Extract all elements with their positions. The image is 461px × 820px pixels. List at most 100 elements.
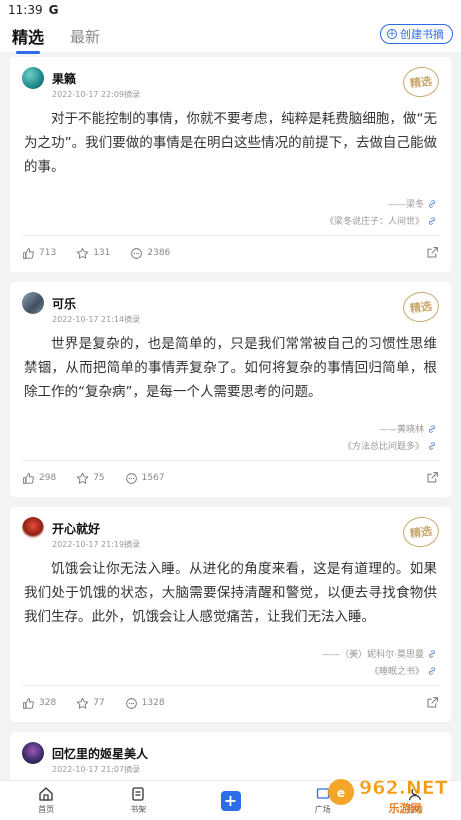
link-icon	[428, 666, 436, 675]
home-icon	[39, 787, 53, 801]
featured-badge: 精选	[401, 289, 441, 325]
post-source[interactable]: 《方法总比问题多》	[343, 439, 437, 452]
plus-icon: +	[387, 28, 397, 39]
comment-count: 1328	[141, 698, 165, 708]
like-count: 713	[39, 248, 57, 258]
post-content[interactable]: 饥饿会让你无法入睡。从进化的角度来看，这是有道理的。如果我们处于饥饿的状态，大脑…	[24, 557, 437, 629]
favorite-count: 75	[93, 473, 105, 483]
comment-icon	[125, 697, 137, 709]
create-excerpt-button[interactable]: + 创建书摘	[380, 24, 453, 44]
comment-button[interactable]: 1328	[125, 697, 165, 710]
like-count: 328	[39, 698, 57, 708]
comment-icon	[125, 472, 137, 484]
comment-button[interactable]: 2386	[130, 247, 170, 260]
post-time: 2022-10-17 21:19摘录	[52, 540, 141, 549]
like-button[interactable]: 298	[22, 472, 56, 485]
watermark-text: 962.NET	[359, 777, 448, 799]
like-button[interactable]: 713	[22, 247, 56, 260]
source-title: 《睡眠之书》	[369, 667, 424, 677]
avatar[interactable]	[22, 292, 44, 314]
share-icon[interactable]	[426, 696, 439, 709]
favorite-button[interactable]: 77	[76, 697, 105, 710]
nav-bookshelf[interactable]: 书架	[92, 781, 184, 820]
source-title: 《方法总比问题多》	[342, 442, 424, 452]
post-card[interactable]: 果籁 2022-10-17 22:09摘录 精选 对于不能控制的事情，你就不要考…	[10, 57, 451, 272]
status-time: 11:39	[8, 3, 43, 17]
post-actions: 328 77 1328	[22, 693, 439, 713]
avatar[interactable]	[22, 67, 44, 89]
watermark-subtext: 乐游网	[389, 801, 422, 815]
add-icon: +	[220, 790, 241, 811]
post-header: 果籁	[22, 67, 76, 89]
avatar[interactable]	[22, 742, 44, 764]
user-name[interactable]: 回忆里的姬星美人	[52, 745, 148, 762]
link-icon	[428, 216, 436, 225]
thumbs-up-icon	[23, 472, 34, 484]
link-icon	[428, 649, 436, 658]
post-card[interactable]: 开心就好 2022-10-17 21:19摘录 精选 饥饿会让你无法入睡。从进化…	[10, 507, 451, 722]
post-source[interactable]: 《梁冬说庄子：人间世》	[325, 214, 437, 227]
nav-add[interactable]: +	[184, 781, 276, 820]
post-time: 2022-10-17 21:07摘录	[52, 765, 141, 774]
favorite-count: 131	[93, 248, 111, 258]
comment-count: 2386	[147, 248, 171, 258]
create-excerpt-label: 创建书摘	[400, 28, 444, 41]
comment-button[interactable]: 1567	[125, 472, 165, 485]
favorite-button[interactable]: 131	[76, 247, 110, 260]
featured-badge: 精选	[401, 64, 441, 100]
thumbs-up-icon	[23, 697, 34, 709]
post-author[interactable]: ——（美）妮科尔·莫思曼	[322, 647, 437, 660]
post-card[interactable]: 可乐 2022-10-17 21:14摘录 精选 世界是复杂的，也是简单的，只是…	[10, 282, 451, 497]
tab-latest[interactable]: 最新	[70, 26, 100, 47]
post-content[interactable]: 对于不能控制的事情，你就不要考虑，纯粹是耗费脑细胞，做“无为之功”。我们要做的事…	[24, 107, 437, 179]
link-icon	[428, 424, 436, 433]
author-name: ——黄晓林	[378, 425, 424, 435]
user-name[interactable]: 可乐	[52, 295, 76, 312]
author-name: ——梁冬	[387, 200, 424, 210]
post-content[interactable]: 世界是复杂的，也是简单的，只是我们常常被自己的习惯性思维禁锢，从而把简单的事情弄…	[24, 332, 437, 404]
post-author[interactable]: ——黄晓林	[379, 422, 437, 435]
link-icon	[428, 441, 436, 450]
comment-count: 1567	[141, 473, 165, 483]
author-name: ——（美）妮科尔·莫思曼	[322, 650, 424, 660]
google-icon: G	[48, 3, 59, 17]
share-icon[interactable]	[426, 471, 439, 484]
watermark-logo: e 962.NET 乐游网	[328, 777, 448, 815]
nav-home-label: 首页	[38, 805, 55, 814]
divider	[22, 460, 439, 461]
divider	[22, 235, 439, 236]
post-time: 2022-10-17 21:14摘录	[52, 315, 141, 324]
favorite-count: 77	[93, 698, 105, 708]
thumbs-up-icon	[23, 247, 34, 259]
post-actions: 713 131 2386	[22, 243, 439, 263]
tab-featured[interactable]: 精选	[12, 24, 44, 54]
link-icon	[428, 199, 436, 208]
tabs-bar: 精选 最新 + 创建书摘	[0, 20, 461, 54]
nav-bookshelf-label: 书架	[130, 805, 147, 814]
post-header: 可乐	[22, 292, 76, 314]
status-bar: 11:39 G	[0, 0, 461, 20]
avatar[interactable]	[22, 517, 44, 539]
user-name[interactable]: 果籁	[52, 70, 76, 87]
post-source[interactable]: 《睡眠之书》	[370, 664, 437, 677]
post-header: 回忆里的姬星美人	[22, 742, 148, 764]
divider	[22, 685, 439, 686]
comment-icon	[131, 247, 143, 259]
user-name[interactable]: 开心就好	[52, 520, 100, 537]
svg-text:e: e	[337, 786, 345, 800]
post-actions: 298 75 1567	[22, 468, 439, 488]
like-button[interactable]: 328	[22, 697, 56, 710]
book-icon	[132, 787, 144, 801]
star-icon	[76, 472, 89, 484]
post-header: 开心就好	[22, 517, 100, 539]
post-author[interactable]: ——梁冬	[388, 197, 437, 210]
featured-badge: 精选	[401, 514, 441, 550]
star-icon	[76, 247, 89, 259]
star-icon	[76, 697, 89, 709]
share-icon[interactable]	[426, 246, 439, 259]
post-time: 2022-10-17 22:09摘录	[52, 90, 141, 99]
like-count: 298	[39, 473, 57, 483]
favorite-button[interactable]: 75	[76, 472, 105, 485]
nav-home[interactable]: 首页	[0, 781, 92, 820]
source-title: 《梁冬说庄子：人间世》	[324, 217, 424, 227]
